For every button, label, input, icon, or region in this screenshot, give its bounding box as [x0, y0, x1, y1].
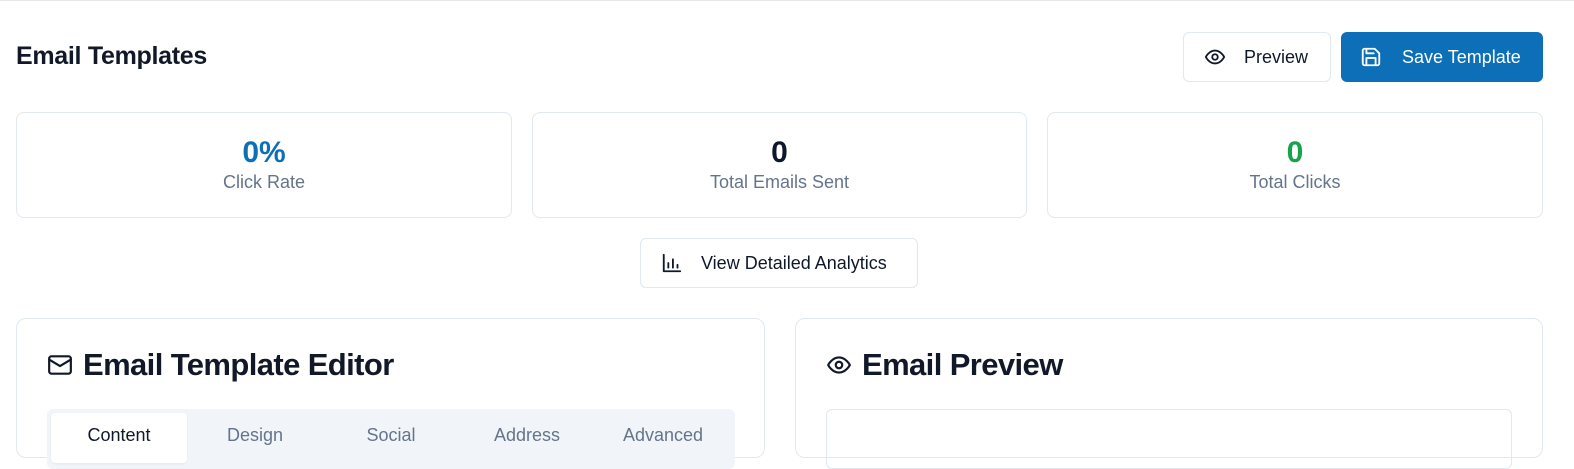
mail-icon — [47, 352, 73, 378]
email-template-editor-card: Email Template Editor Content Design Soc… — [16, 318, 765, 469]
save-template-button[interactable]: Save Template — [1341, 32, 1543, 82]
stat-card-total-emails-sent: 0 Total Emails Sent — [532, 112, 1027, 218]
save-template-label: Save Template — [1402, 46, 1521, 67]
preview-title-row: Email Preview — [826, 347, 1063, 383]
preview-button[interactable]: Preview — [1183, 32, 1331, 82]
top-divider — [0, 0, 1574, 1]
eye-icon — [1204, 46, 1226, 68]
tab-content[interactable]: Content — [51, 413, 187, 463]
preview-button-label: Preview — [1244, 46, 1309, 67]
editor-title: Email Template Editor — [83, 347, 394, 382]
tab-address[interactable]: Address — [459, 413, 595, 463]
tab-design[interactable]: Design — [187, 413, 323, 463]
total-emails-sent-label: Total Emails Sent — [709, 172, 850, 192]
preview-title: Email Preview — [862, 347, 1063, 382]
view-detailed-analytics-button[interactable]: View Detailed Analytics — [640, 238, 918, 288]
email-preview-card: Email Preview — [795, 318, 1543, 469]
total-clicks-label: Total Clicks — [1249, 172, 1341, 192]
tab-advanced[interactable]: Advanced — [595, 413, 731, 463]
stat-card-total-clicks: 0 Total Clicks — [1047, 112, 1543, 218]
view-detailed-analytics-label: View Detailed Analytics — [701, 252, 887, 273]
editor-title-row: Email Template Editor — [47, 347, 394, 383]
click-rate-label: Click Rate — [222, 172, 306, 192]
total-clicks-value: 0 — [1286, 136, 1304, 169]
tab-social[interactable]: Social — [323, 413, 459, 463]
stat-card-click-rate: 0% Click Rate — [16, 112, 512, 218]
bar-chart-icon — [661, 252, 683, 274]
eye-icon — [826, 352, 852, 378]
editor-tabs: Content Design Social Address Advanced — [47, 409, 735, 469]
save-icon — [1360, 46, 1382, 68]
page-title: Email Templates — [16, 42, 207, 70]
email-preview-frame — [826, 409, 1512, 469]
click-rate-value: 0% — [242, 136, 286, 169]
total-emails-sent-value: 0 — [771, 136, 788, 169]
